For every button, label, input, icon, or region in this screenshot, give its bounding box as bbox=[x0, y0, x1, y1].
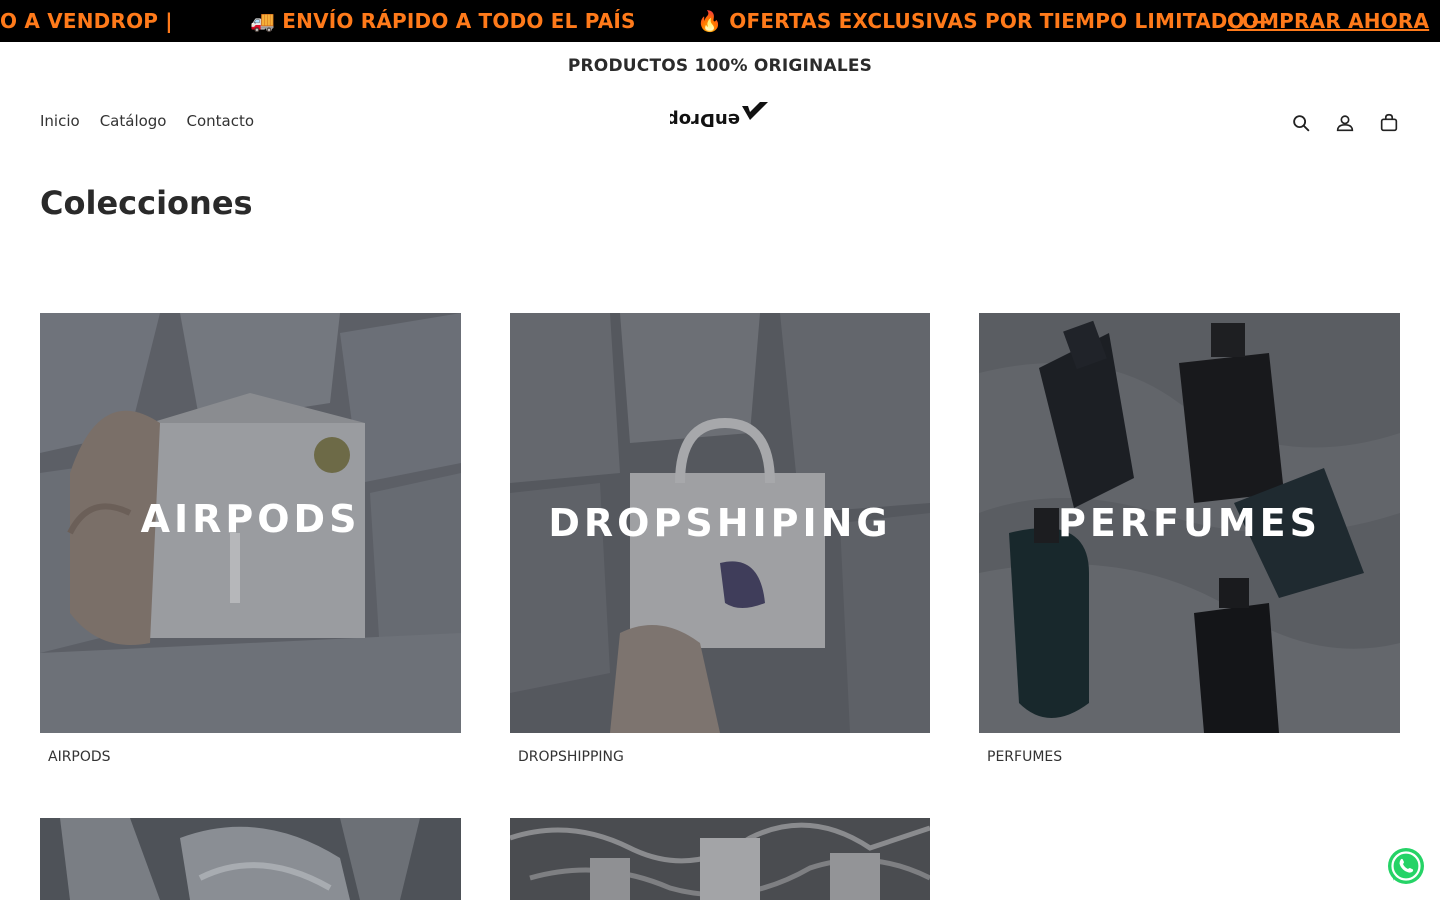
collection-image: DROPSHIPING bbox=[510, 313, 930, 733]
whatsapp-icon bbox=[1388, 848, 1424, 884]
collection-overlay-title: DROPSHIPING bbox=[548, 501, 892, 545]
collection-image bbox=[510, 818, 930, 900]
collection-label: PERFUMES bbox=[987, 749, 1063, 765]
svg-text:enDrop: enDrop bbox=[670, 109, 740, 130]
collection-card-airpods[interactable]: AIRPODS AIRPODS bbox=[40, 313, 461, 765]
announcement-item: O A VENDROP | bbox=[0, 9, 173, 33]
collection-card-watches[interactable] bbox=[40, 818, 461, 900]
site-header: Inicio Catálogo Contacto enDrop bbox=[0, 90, 1440, 156]
collection-label: DROPSHIPPING bbox=[518, 749, 624, 765]
main-nav: Inicio Catálogo Contacto bbox=[40, 112, 254, 130]
nav-item-contacto[interactable]: Contacto bbox=[187, 112, 255, 130]
search-icon[interactable] bbox=[1290, 112, 1312, 134]
collection-image bbox=[40, 818, 461, 900]
page-title: Colecciones bbox=[40, 184, 253, 222]
nav-item-catalogo[interactable]: Catálogo bbox=[100, 112, 167, 130]
cart-icon[interactable] bbox=[1378, 112, 1400, 134]
whatsapp-button[interactable] bbox=[1384, 844, 1428, 888]
collection-card-dropshipping[interactable]: DROPSHIPING DROPSHIPPING bbox=[510, 313, 930, 765]
announcement-item: 🔥 OFERTAS EXCLUSIVAS POR TIEMPO LIMITADO… bbox=[697, 9, 1273, 33]
collection-image: PERFUMES bbox=[979, 313, 1400, 733]
shop-now-link[interactable]: COMPRAR AHORA bbox=[1227, 9, 1429, 33]
collection-label: AIRPODS bbox=[48, 749, 111, 765]
account-icon[interactable] bbox=[1334, 112, 1356, 134]
collection-image: AIRPODS bbox=[40, 313, 461, 733]
original-products-bar: PRODUCTOS 100% ORIGINALES bbox=[0, 42, 1440, 90]
original-products-text: PRODUCTOS 100% ORIGINALES bbox=[567, 56, 873, 76]
site-logo[interactable]: enDrop bbox=[666, 100, 770, 134]
announcement-item: 🚚 ENVÍO RÁPIDO A TODO EL PAÍS bbox=[250, 9, 636, 33]
header-icons bbox=[1290, 112, 1400, 134]
nav-item-inicio[interactable]: Inicio bbox=[40, 112, 80, 130]
collection-card-accessories[interactable] bbox=[510, 818, 930, 900]
announcement-bar: O A VENDROP | 🚚 ENVÍO RÁPIDO A TODO EL P… bbox=[0, 0, 1440, 42]
collection-card-perfumes[interactable]: PERFUMES PERFUMES bbox=[979, 313, 1400, 765]
collection-overlay-title: AIRPODS bbox=[140, 496, 361, 541]
collection-overlay-title: PERFUMES bbox=[1057, 501, 1322, 545]
